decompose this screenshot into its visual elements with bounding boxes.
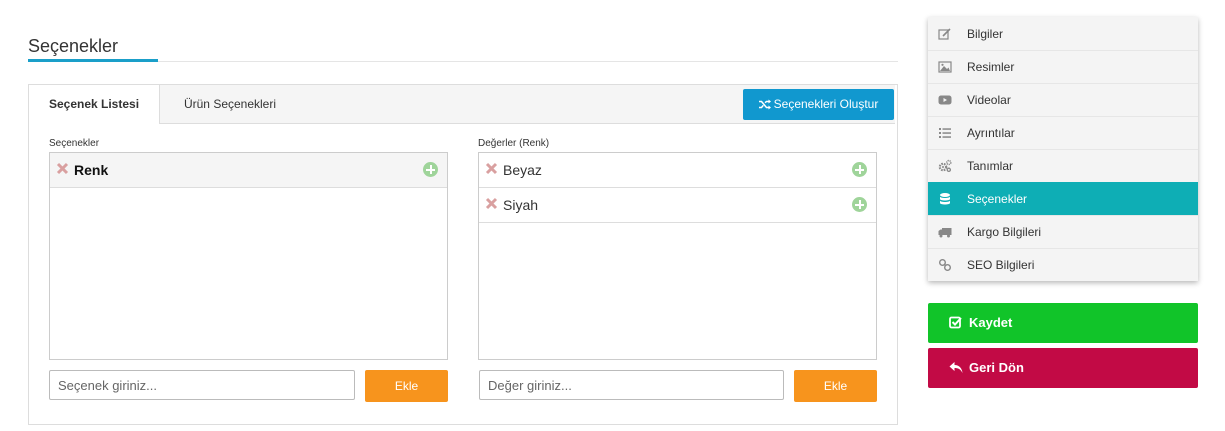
sidebar-menu: Bilgiler Resimler Videolar Ayrıntılar Ta… <box>928 17 1198 281</box>
sidebar-item-tanimlar[interactable]: Tanımlar <box>928 149 1198 183</box>
values-label: Değerler (Renk) <box>478 138 550 149</box>
add-value-button[interactable]: Ekle <box>794 370 877 402</box>
add-option-button[interactable]: Ekle <box>365 370 448 402</box>
database-icon <box>940 193 950 205</box>
title-divider <box>28 61 898 62</box>
check-square-icon <box>949 316 962 329</box>
option-input[interactable] <box>49 370 355 400</box>
sidebar-item-secenekler[interactable]: Seçenekler <box>928 182 1198 216</box>
sidebar-item-label: Videolar <box>967 93 1011 107</box>
remove-icon[interactable] <box>485 162 498 175</box>
generate-options-label: Seçenekleri Oluştur <box>773 97 879 111</box>
image-icon <box>938 61 952 73</box>
sidebar-item-label: Resimler <box>967 60 1015 74</box>
value-name: Beyaz <box>503 162 542 178</box>
options-label: Seçenekler <box>49 138 100 149</box>
sidebar-item-seo-bilgileri[interactable]: SEO Bilgileri <box>928 248 1198 281</box>
options-list: Renk <box>49 152 448 360</box>
remove-icon[interactable] <box>56 162 69 175</box>
sidebar-item-label: Ayrıntılar <box>967 126 1015 140</box>
back-label: Geri Dön <box>969 360 1024 375</box>
title-accent-bar <box>28 59 158 62</box>
sidebar-item-kargo-bilgileri[interactable]: Kargo Bilgileri <box>928 215 1198 249</box>
sidebar-item-label: Bilgiler <box>967 27 1004 41</box>
edit-icon <box>938 28 951 40</box>
back-button[interactable]: Geri Dön <box>928 348 1198 388</box>
list-item[interactable]: Renk <box>50 153 447 188</box>
sidebar-item-videolar[interactable]: Videolar <box>928 83 1198 117</box>
tab-product-options[interactable]: Ürün Seçenekleri <box>160 85 300 124</box>
save-label: Kaydet <box>969 315 1013 330</box>
sidebar-item-bilgiler[interactable]: Bilgiler <box>928 17 1198 51</box>
sidebar-item-label: SEO Bilgileri <box>967 258 1035 272</box>
sidebar-item-label: Kargo Bilgileri <box>967 225 1042 239</box>
sidebar-item-label: Seçenekler <box>967 192 1028 206</box>
list-item[interactable]: Beyaz <box>479 153 876 188</box>
add-icon[interactable] <box>852 162 867 177</box>
add-icon[interactable] <box>852 197 867 212</box>
list-icon <box>939 128 951 138</box>
truck-icon <box>938 228 952 238</box>
value-input[interactable] <box>479 370 784 400</box>
sidebar-item-label: Tanımlar <box>967 159 1014 173</box>
values-list: Beyaz Siyah <box>478 152 877 360</box>
remove-icon[interactable] <box>485 197 498 210</box>
list-item[interactable]: Siyah <box>479 188 876 223</box>
link-icon <box>939 259 951 271</box>
option-name: Renk <box>74 162 109 178</box>
value-name: Siyah <box>503 197 539 213</box>
generate-options-button[interactable]: Seçenekleri Oluştur <box>743 89 894 120</box>
cogs-icon <box>938 159 952 173</box>
page-title: Seçenekler <box>28 36 119 56</box>
tab-option-list[interactable]: Seçenek Listesi <box>29 85 160 124</box>
shuffle-icon <box>758 99 771 110</box>
save-button[interactable]: Kaydet <box>928 303 1198 343</box>
video-icon <box>938 95 952 105</box>
sidebar-item-ayrintilar[interactable]: Ayrıntılar <box>928 116 1198 150</box>
reply-icon <box>949 362 963 373</box>
sidebar-item-resimler[interactable]: Resimler <box>928 50 1198 84</box>
add-value-icon[interactable] <box>423 162 438 177</box>
